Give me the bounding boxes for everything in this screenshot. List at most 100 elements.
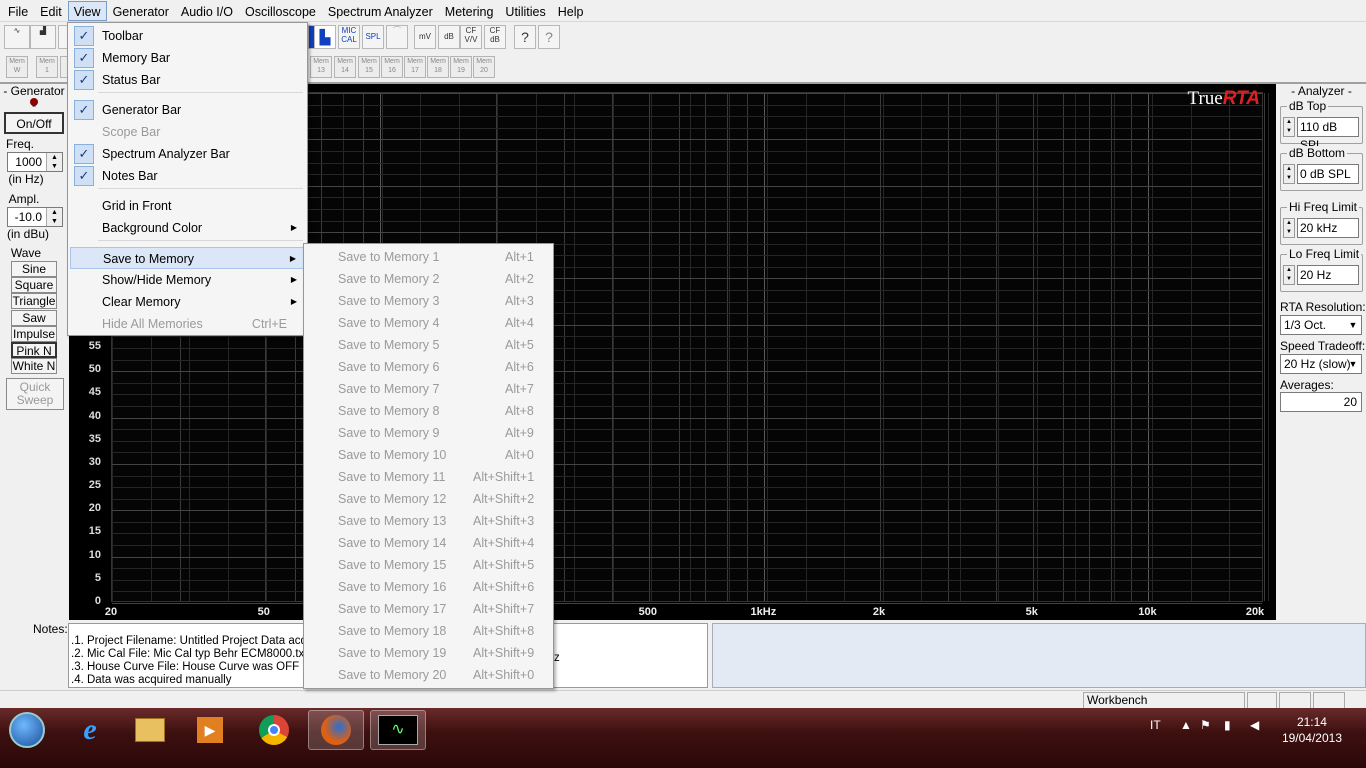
save-to-memory-item[interactable]: Save to Memory 10 Alt+0 bbox=[306, 444, 551, 466]
menu-view[interactable]: View bbox=[67, 0, 107, 21]
view-menu-item-background-color[interactable]: Background Color ▶ bbox=[70, 217, 305, 239]
wave-triangle-button[interactable]: Triangle bbox=[11, 293, 57, 309]
language-indicator[interactable]: IT bbox=[1150, 718, 1161, 732]
save-to-memory-item[interactable]: Save to Memory 20 Alt+Shift+0 bbox=[306, 664, 551, 686]
memory-slot-button[interactable]: Mem 19 bbox=[450, 56, 472, 78]
memory-slot-button[interactable]: Mem 16 bbox=[381, 56, 403, 78]
wave-saw-button[interactable]: Saw bbox=[11, 310, 57, 326]
tray-expand-icon[interactable]: ▲ bbox=[1180, 718, 1192, 732]
mv-button[interactable]: mV bbox=[414, 25, 436, 49]
view-menu-item-show-hide-memory[interactable]: Show/Hide Memory ▶ bbox=[70, 269, 305, 291]
memory-slot-button[interactable]: Mem 14 bbox=[334, 56, 356, 78]
view-menu-item-save-to-memory[interactable]: Save to Memory ▶ bbox=[70, 247, 305, 269]
save-to-memory-item[interactable]: Save to Memory 4 Alt+4 bbox=[306, 312, 551, 334]
view-menu-item-generator-bar[interactable]: ✓ Generator Bar bbox=[70, 99, 305, 121]
file-explorer-icon[interactable] bbox=[122, 710, 178, 750]
mic-cal-button[interactable]: MIC CAL bbox=[338, 25, 360, 49]
menu-audio-i-o[interactable]: Audio I/O bbox=[175, 1, 239, 21]
save-to-memory-item[interactable]: Save to Memory 2 Alt+2 bbox=[306, 268, 551, 290]
db-top-field[interactable]: 110 dB SPL bbox=[1297, 117, 1359, 152]
media-player-icon[interactable]: ▶ bbox=[182, 710, 238, 750]
view-menu-item-clear-memory[interactable]: Clear Memory ▶ bbox=[70, 291, 305, 313]
spin-arrows-icon[interactable]: ▲ ▼ bbox=[1283, 265, 1295, 285]
view-menu-item-grid-in-front[interactable]: Grid in Front bbox=[70, 195, 305, 217]
menu-utilities[interactable]: Utilities bbox=[499, 1, 551, 21]
power-icon[interactable]: ▮ bbox=[1224, 718, 1231, 732]
chrome-icon[interactable] bbox=[246, 710, 302, 750]
rta-resolution-select[interactable]: 1/3 Oct. ▼ bbox=[1280, 315, 1362, 335]
spin-arrows-icon[interactable]: ▲ ▼ bbox=[46, 208, 62, 226]
save-to-memory-item[interactable]: Save to Memory 11 Alt+Shift+1 bbox=[306, 466, 551, 488]
spin-arrows-icon[interactable]: ▲ ▼ bbox=[46, 153, 62, 171]
db-bottom-field[interactable]: 0 dB SPL bbox=[1297, 164, 1359, 184]
save-to-memory-item[interactable]: Save to Memory 15 Alt+Shift+5 bbox=[306, 554, 551, 576]
db-button[interactable]: dB bbox=[438, 25, 460, 49]
hi-freq-field[interactable]: 20 kHz bbox=[1297, 218, 1359, 238]
bar-graph-icon[interactable]: ▙ bbox=[314, 25, 336, 49]
chevron-down-icon[interactable]: ▼ bbox=[1345, 355, 1361, 373]
start-orb-icon[interactable] bbox=[0, 710, 54, 750]
save-to-memory-item[interactable]: Save to Memory 8 Alt+8 bbox=[306, 400, 551, 422]
wave-white-n-button[interactable]: White N bbox=[11, 358, 57, 374]
spl-button[interactable]: SPL bbox=[362, 25, 384, 49]
volume-icon[interactable]: ◀ bbox=[1250, 718, 1259, 732]
memory-slot-button[interactable]: Mem 15 bbox=[358, 56, 380, 78]
view-menu-item-hide-all-memories[interactable]: Hide All Memories Ctrl+E bbox=[70, 313, 305, 335]
view-menu-item-toolbar[interactable]: ✓ Toolbar bbox=[70, 25, 305, 47]
save-to-memory-item[interactable]: Save to Memory 9 Alt+9 bbox=[306, 422, 551, 444]
save-to-memory-item[interactable]: Save to Memory 12 Alt+Shift+2 bbox=[306, 488, 551, 510]
save-to-memory-item[interactable]: Save to Memory 16 Alt+Shift+6 bbox=[306, 576, 551, 598]
on-off-button[interactable]: On/Off bbox=[4, 112, 64, 134]
cf-db-button[interactable]: CF dB bbox=[484, 25, 506, 49]
view-menu-item-memory-bar[interactable]: ✓ Memory Bar bbox=[70, 47, 305, 69]
save-to-memory-item[interactable]: Save to Memory 17 Alt+Shift+7 bbox=[306, 598, 551, 620]
ampl-input[interactable]: -10.0 ▲ ▼ bbox=[7, 207, 63, 227]
chevron-down-icon[interactable]: ▼ bbox=[1345, 316, 1361, 334]
save-to-memory-item[interactable]: Save to Memory 7 Alt+7 bbox=[306, 378, 551, 400]
menu-file[interactable]: File bbox=[2, 1, 34, 21]
menu-spectrum-analyzer[interactable]: Spectrum Analyzer bbox=[322, 1, 439, 21]
quick-sweep-button[interactable]: Quick Sweep bbox=[6, 378, 64, 410]
speed-tradeoff-select[interactable]: 20 Hz (slow) ▼ bbox=[1280, 354, 1362, 374]
view-menu-item-notes-bar[interactable]: ✓ Notes Bar bbox=[70, 165, 305, 187]
memory-slot-button[interactable]: Mem 17 bbox=[404, 56, 426, 78]
sweep-icon[interactable]: ⌒ bbox=[386, 25, 408, 49]
wave-impulse-button[interactable]: Impulse bbox=[11, 326, 57, 342]
wave-pink-n-button[interactable]: Pink N bbox=[11, 342, 57, 358]
truerta-taskbar-icon[interactable]: ∿ bbox=[370, 710, 426, 750]
save-to-memory-item[interactable]: Save to Memory 19 Alt+Shift+9 bbox=[306, 642, 551, 664]
menu-help[interactable]: Help bbox=[552, 1, 590, 21]
spin-arrows-icon[interactable]: ▲ ▼ bbox=[1283, 218, 1295, 238]
memory-slot-button[interactable]: Mem 20 bbox=[473, 56, 495, 78]
view-menu-item-scope-bar[interactable]: Scope Bar bbox=[70, 121, 305, 143]
menu-generator[interactable]: Generator bbox=[107, 1, 175, 21]
save-to-memory-item[interactable]: Save to Memory 18 Alt+Shift+8 bbox=[306, 620, 551, 642]
save-to-memory-item[interactable]: Save to Memory 5 Alt+5 bbox=[306, 334, 551, 356]
wave-square-button[interactable]: Square bbox=[11, 277, 57, 293]
spin-arrows-icon[interactable]: ▲ ▼ bbox=[1283, 117, 1295, 137]
internet-explorer-icon[interactable]: e bbox=[62, 710, 118, 750]
spectrum-icon[interactable]: ▟ bbox=[30, 25, 56, 49]
menu-edit[interactable]: Edit bbox=[34, 1, 68, 21]
system-clock[interactable]: 21:14 19/04/2013 bbox=[1282, 714, 1342, 746]
view-menu-item-spectrum-analyzer-bar[interactable]: ✓ Spectrum Analyzer Bar bbox=[70, 143, 305, 165]
memory-slot-button[interactable]: Mem 1 bbox=[36, 56, 58, 78]
menu-metering[interactable]: Metering bbox=[439, 1, 500, 21]
memory-slot-button[interactable]: Mem W bbox=[6, 56, 28, 78]
spin-arrows-icon[interactable]: ▲ ▼ bbox=[1283, 164, 1295, 184]
action-center-flag-icon[interactable]: ⚑ bbox=[1200, 718, 1211, 732]
averages-field[interactable]: 20 bbox=[1280, 392, 1362, 412]
memory-slot-button[interactable]: Mem 18 bbox=[427, 56, 449, 78]
lo-freq-field[interactable]: 20 Hz bbox=[1297, 265, 1359, 285]
help-icon[interactable]: ? bbox=[514, 25, 536, 49]
save-to-memory-item[interactable]: Save to Memory 1 Alt+1 bbox=[306, 246, 551, 268]
freq-input[interactable]: 1000 ▲ ▼ bbox=[7, 152, 63, 172]
sine-wave-icon[interactable]: ∿ bbox=[4, 25, 30, 49]
save-to-memory-item[interactable]: Save to Memory 14 Alt+Shift+4 bbox=[306, 532, 551, 554]
context-help-icon[interactable]: ? bbox=[538, 25, 560, 49]
save-to-memory-item[interactable]: Save to Memory 6 Alt+6 bbox=[306, 356, 551, 378]
cf-vv-button[interactable]: CF V/V bbox=[460, 25, 482, 49]
save-to-memory-item[interactable]: Save to Memory 3 Alt+3 bbox=[306, 290, 551, 312]
menu-oscilloscope[interactable]: Oscilloscope bbox=[239, 1, 322, 21]
view-menu-item-status-bar[interactable]: ✓ Status Bar bbox=[70, 69, 305, 91]
